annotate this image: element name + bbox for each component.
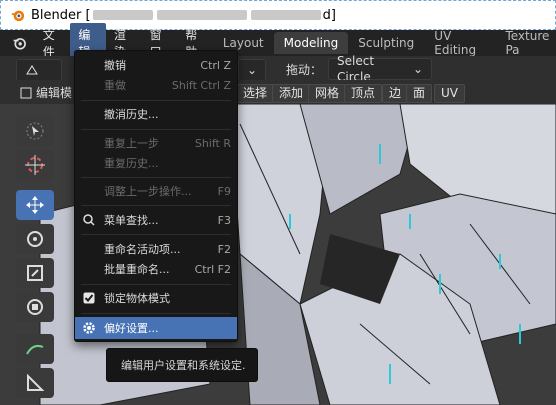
transform-orientation-dropdown[interactable]	[16, 59, 62, 81]
checkbox-checked-icon[interactable]	[83, 292, 95, 304]
menu-item-shortcut: Shift Ctrl Z	[171, 78, 231, 92]
preferences-tooltip: 编辑用户设置和系统设定.	[106, 348, 258, 382]
menu-item-repeat-history[interactable]: 重复历史...	[75, 152, 237, 174]
menu-separator	[81, 100, 231, 101]
header-menu-edge[interactable]: 边	[382, 84, 409, 103]
tooltip-text: 编辑用户设置和系统设定.	[121, 359, 246, 372]
menu-item-shortcut: Ctrl Z	[200, 58, 231, 72]
menu-item-label: 撤消历史...	[104, 108, 159, 121]
redacted-text	[92, 10, 153, 20]
menu-separator	[81, 284, 231, 285]
menu-item-batch-rename[interactable]: 批量重命名... Ctrl F2	[75, 258, 237, 280]
edit-mode-icon	[20, 87, 32, 98]
menu-item-label: 重复历史...	[104, 157, 159, 170]
select-tool-button[interactable]	[16, 116, 54, 146]
move-tool-button[interactable]	[16, 190, 54, 220]
annotate-pen-icon	[26, 344, 44, 355]
left-toolbar	[14, 112, 58, 402]
menu-item-label: 批量重命名...	[104, 263, 170, 276]
drag-label: 拖动：	[286, 63, 323, 77]
menu-item-redo[interactable]: 重做 Shift Ctrl Z	[75, 74, 237, 96]
window-title-suffix: d]	[322, 7, 336, 23]
header-menu-face[interactable]: 面	[406, 84, 433, 103]
menu-separator	[81, 313, 231, 314]
scale-icon	[27, 265, 43, 281]
menu-item-label: 菜单查找...	[104, 214, 159, 227]
menu-item-label: 重复上一步	[104, 137, 159, 150]
menu-separator	[81, 205, 231, 206]
menu-item-shortcut: F2	[217, 242, 231, 256]
menu-item-label: 重命名活动项...	[104, 243, 181, 256]
measure-ruler-icon	[27, 373, 45, 391]
scale-tool-button[interactable]	[16, 258, 54, 288]
menu-separator	[81, 129, 231, 130]
select-mode-dropdown[interactable]: Select Circle ⌄	[328, 54, 432, 84]
header-menu-add[interactable]: 添加	[272, 84, 311, 103]
3d-cursor-icon	[25, 155, 45, 175]
menu-item-lock-object-modes[interactable]: 锁定物体模式	[75, 287, 237, 309]
menu-item-label: 调整上一步操作...	[104, 185, 192, 198]
rotate-icon	[27, 231, 43, 247]
menu-item-label: 锁定物体模式	[104, 292, 170, 305]
cursor-arrow-icon	[26, 122, 44, 140]
header-menu-select[interactable]: 选择	[236, 84, 275, 103]
mode-label: 编辑模	[36, 86, 73, 100]
blender-menu-icon[interactable]	[12, 34, 27, 52]
search-icon	[83, 214, 95, 226]
blender-logo-icon	[11, 10, 25, 22]
chevron-down-icon[interactable]: ⌄	[238, 59, 266, 81]
measure-tool-button[interactable]	[16, 368, 54, 398]
transform-icon	[27, 299, 43, 315]
move-arrows-icon	[26, 196, 44, 214]
menu-item-undo[interactable]: 撤销 Ctrl Z	[75, 54, 237, 76]
menu-item-label: 重做	[104, 79, 126, 92]
menu-item-adjust-last[interactable]: 调整上一步操作... F9	[75, 180, 237, 202]
menu-item-shortcut: Shift R	[194, 136, 231, 150]
window-title-prefix: Blender [	[31, 7, 91, 23]
redacted-text	[156, 10, 247, 20]
rotate-tool-button[interactable]	[16, 224, 54, 254]
cursor-tool-button[interactable]	[16, 150, 54, 180]
menu-separator	[81, 234, 231, 235]
redacted-text	[250, 10, 321, 20]
mode-selector[interactable]: 编辑模	[20, 84, 72, 101]
menu-item-preferences[interactable]: 偏好设置...	[75, 317, 237, 339]
menu-item-undo-history[interactable]: 撤消历史...	[75, 103, 237, 125]
transform-tool-button[interactable]	[16, 292, 54, 322]
menu-item-shortcut: F3	[217, 213, 231, 227]
chevron-down-icon: ⌄	[412, 62, 423, 76]
edit-menu-dropdown: 撤销 Ctrl Z 重做 Shift Ctrl Z 撤消历史... 重复上一步 …	[74, 50, 238, 342]
menu-separator	[81, 177, 231, 178]
menu-item-label: 撤销	[104, 59, 126, 72]
header-menu-vertex[interactable]: 顶点	[344, 84, 383, 103]
menu-item-repeat-last[interactable]: 重复上一步 Shift R	[75, 132, 237, 154]
menu-item-rename-active[interactable]: 重命名活动项... F2	[75, 238, 237, 260]
orientation-icon	[26, 65, 38, 75]
gear-icon	[83, 322, 95, 334]
header-menu-uv[interactable]: UV	[434, 84, 465, 103]
tab-modeling[interactable]: Modeling	[273, 32, 349, 54]
menu-item-shortcut: Ctrl F2	[194, 262, 231, 276]
menu-item-shortcut: F9	[217, 184, 231, 198]
tab-sculpting[interactable]: Sculpting	[348, 32, 424, 54]
header-menu-mesh[interactable]: 网格	[308, 84, 347, 103]
menu-item-label: 偏好设置...	[104, 322, 159, 335]
annotate-tool-button[interactable]	[16, 334, 54, 364]
menu-item-menu-search[interactable]: 菜单查找... F3	[75, 209, 237, 231]
